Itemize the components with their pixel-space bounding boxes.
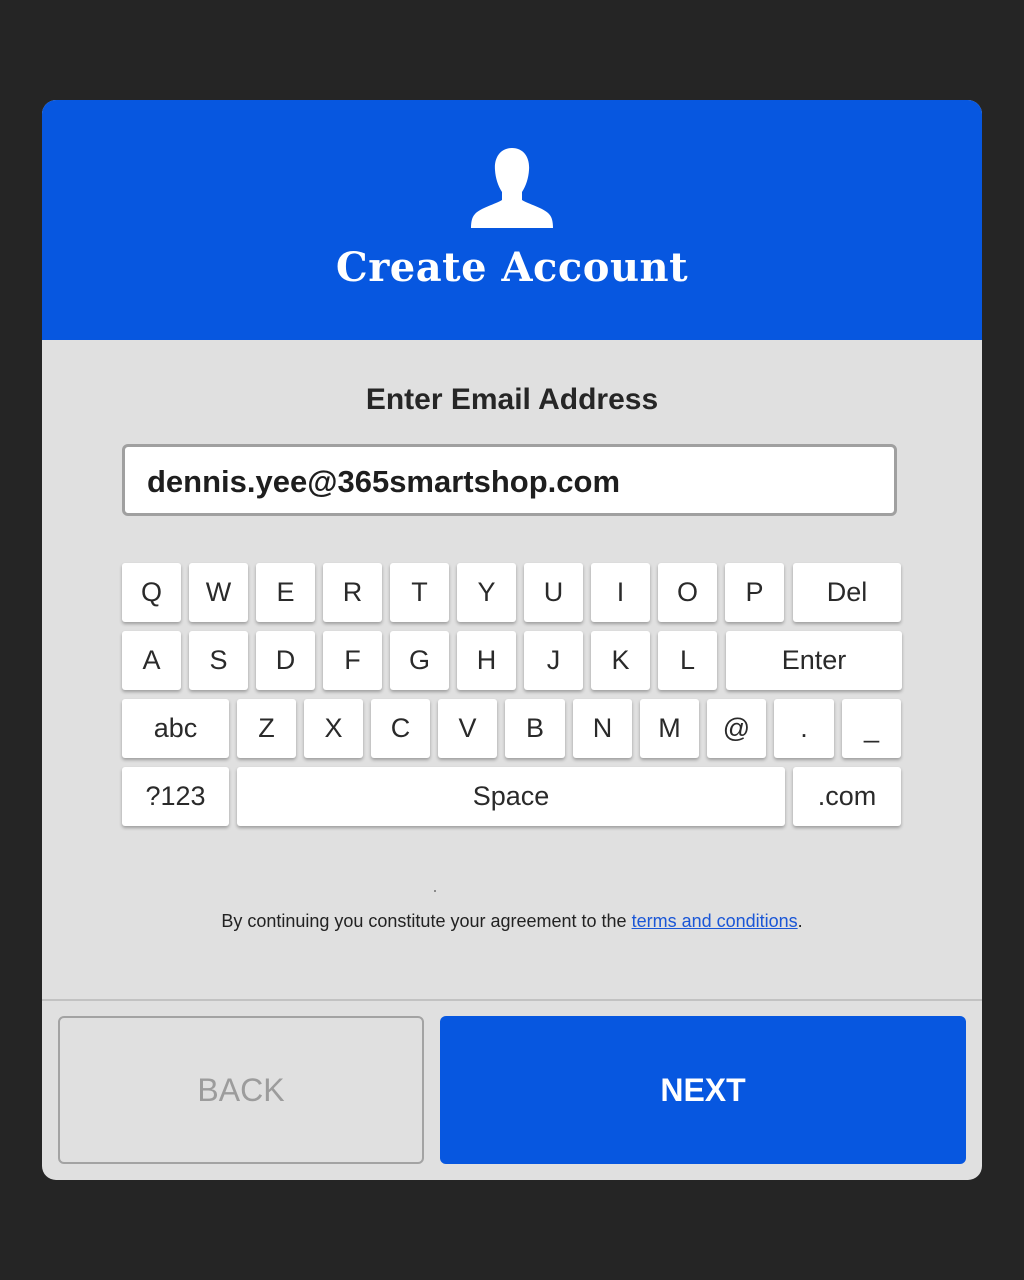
- terms-link[interactable]: terms and conditions: [632, 911, 798, 931]
- email-field[interactable]: dennis.yee@365smartshop.com: [122, 444, 897, 516]
- user-icon: [471, 148, 553, 228]
- key-f[interactable]: F: [323, 631, 382, 690]
- key-delete[interactable]: Del: [793, 563, 901, 622]
- key-m[interactable]: M: [640, 699, 699, 758]
- terms-notice: By continuing you constitute your agreem…: [42, 908, 982, 934]
- key-period[interactable]: .: [774, 699, 834, 758]
- key-y[interactable]: Y: [457, 563, 516, 622]
- key-dot-com[interactable]: .com: [793, 767, 901, 826]
- back-button[interactable]: BACK: [58, 1016, 424, 1164]
- key-at[interactable]: @: [707, 699, 766, 758]
- terms-suffix: .: [797, 911, 803, 931]
- key-a[interactable]: A: [122, 631, 181, 690]
- separator-dot: [434, 890, 436, 892]
- key-i[interactable]: I: [591, 563, 650, 622]
- key-k[interactable]: K: [591, 631, 650, 690]
- email-prompt-label: Enter Email Address: [365, 383, 659, 416]
- key-r[interactable]: R: [323, 563, 382, 622]
- key-t[interactable]: T: [390, 563, 449, 622]
- key-c[interactable]: C: [371, 699, 430, 758]
- key-l[interactable]: L: [658, 631, 717, 690]
- key-e[interactable]: E: [256, 563, 315, 622]
- key-abc[interactable]: abc: [122, 699, 229, 758]
- key-d[interactable]: D: [256, 631, 315, 690]
- footer-divider: [42, 999, 982, 1001]
- key-symbols[interactable]: ?123: [122, 767, 229, 826]
- key-z[interactable]: Z: [237, 699, 296, 758]
- key-b[interactable]: B: [505, 699, 565, 758]
- terms-text: By continuing you constitute your agreem…: [221, 911, 632, 931]
- key-q[interactable]: Q: [122, 563, 181, 622]
- key-p[interactable]: P: [725, 563, 784, 622]
- key-enter[interactable]: Enter: [726, 631, 902, 690]
- key-g[interactable]: G: [390, 631, 449, 690]
- dialog-header: Create Account: [42, 100, 982, 340]
- key-x[interactable]: X: [304, 699, 363, 758]
- key-s[interactable]: S: [189, 631, 248, 690]
- key-w[interactable]: W: [189, 563, 248, 622]
- page-title: Create Account: [335, 244, 689, 291]
- key-n[interactable]: N: [573, 699, 632, 758]
- create-account-dialog: Create Account Enter Email Address denni…: [42, 100, 982, 1180]
- key-space[interactable]: Space: [237, 767, 785, 826]
- next-button[interactable]: NEXT: [440, 1016, 966, 1164]
- key-h[interactable]: H: [457, 631, 516, 690]
- key-v[interactable]: V: [438, 699, 497, 758]
- key-u[interactable]: U: [524, 563, 583, 622]
- key-underscore[interactable]: _: [842, 699, 901, 758]
- key-o[interactable]: O: [658, 563, 717, 622]
- key-j[interactable]: J: [524, 631, 583, 690]
